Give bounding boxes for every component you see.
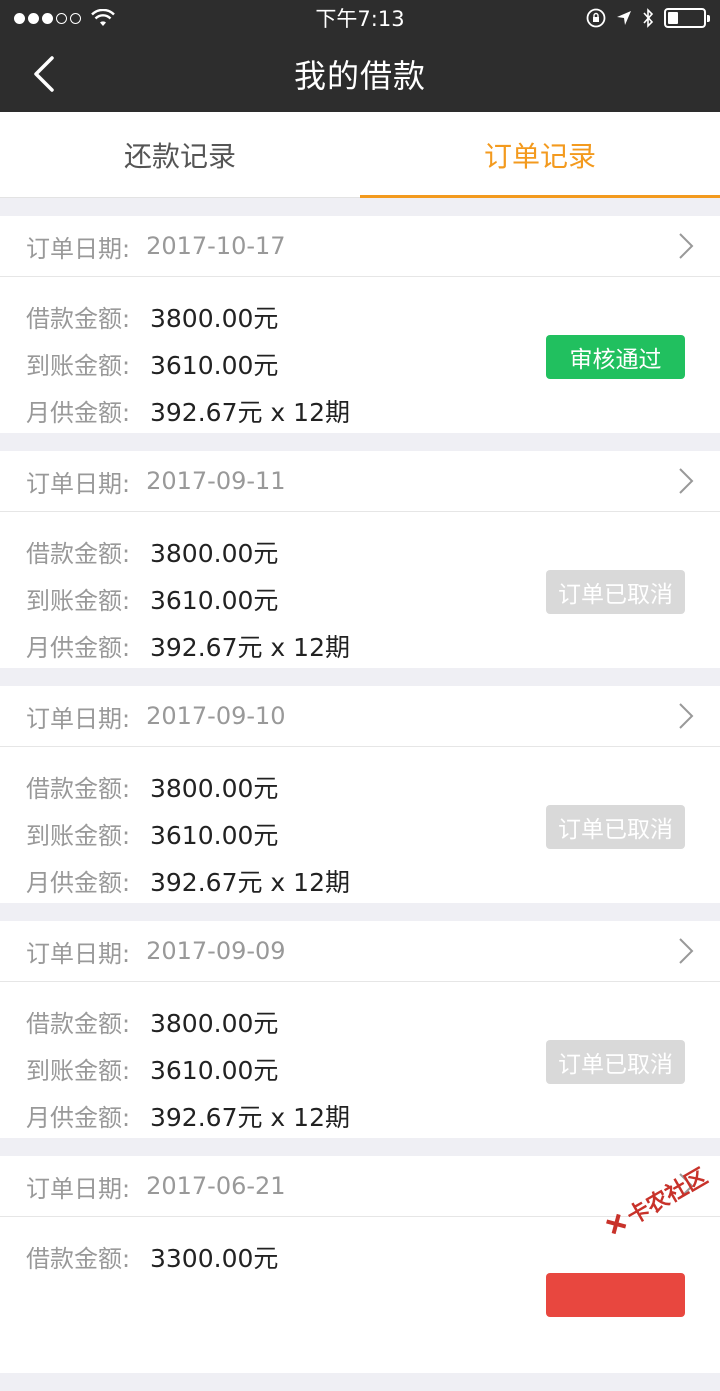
loan-amount-value: 3800.00元 xyxy=(150,303,279,333)
order-card-body: 借款金额: 3800.00元 到账金额: 3610.00元 月供金额: 392.67元… xyxy=(0,277,720,433)
status-bar: 下午7:13 xyxy=(0,0,720,36)
loan-amount-value: 3800.00元 xyxy=(150,1008,279,1038)
order-card-body: 借款金额: 3300.00元 xyxy=(0,1217,720,1373)
monthly-amount-value: 392.67元 x 12期 xyxy=(150,397,350,427)
order-card-body: 借款金额: 3800.00元 到账金额: 3610.00元 月供金额: 392.67元… xyxy=(0,747,720,903)
order-card-header[interactable]: 订单日期: 2017-10-17 xyxy=(0,216,720,277)
arrival-amount-label: 到账金额: xyxy=(26,822,131,850)
status-badge: 审核通过 xyxy=(546,335,685,379)
order-date-label: 订单日期: xyxy=(26,939,131,968)
bluetooth-icon xyxy=(643,8,654,28)
chevron-right-icon xyxy=(679,468,694,494)
order-date-label: 订单日期: xyxy=(26,704,131,733)
order-date-value: 2017-09-09 xyxy=(146,937,286,965)
monthly-amount-value: 392.67元 x 12期 xyxy=(150,632,350,662)
monthly-amount-label: 月供金额: xyxy=(26,869,131,897)
loan-amount-label: 借款金额: xyxy=(26,540,131,568)
order-date-value: 2017-10-17 xyxy=(146,232,286,260)
loan-amount-label: 借款金额: xyxy=(26,1245,131,1273)
arrival-amount-value: 3610.00元 xyxy=(150,585,279,615)
order-card[interactable]: 订单日期: 2017-09-09 借款金额: 3800.00元 到账金额: 3610… xyxy=(0,921,720,1138)
chevron-right-icon xyxy=(679,233,694,259)
arrival-amount-label: 到账金额: xyxy=(26,1057,131,1085)
arrival-amount-label: 到账金额: xyxy=(26,587,131,615)
status-right xyxy=(586,8,710,28)
monthly-amount-label: 月供金额: xyxy=(26,634,131,662)
monthly-amount-value: 392.67元 x 12期 xyxy=(150,1102,350,1132)
chevron-left-icon xyxy=(34,56,54,92)
order-card-body: 借款金额: 3800.00元 到账金额: 3610.00元 月供金额: 392.67元… xyxy=(0,512,720,668)
tab-bar: 还款记录 订单记录 xyxy=(0,112,720,198)
order-date-value: 2017-09-11 xyxy=(146,467,286,495)
arrival-amount-value: 3610.00元 xyxy=(150,1055,279,1085)
loan-amount-value: 3800.00元 xyxy=(150,773,279,803)
order-date-value: 2017-09-10 xyxy=(146,702,286,730)
order-card[interactable]: 订单日期: 2017-09-10 借款金额: 3800.00元 到账金额: 3610… xyxy=(0,686,720,903)
monthly-amount-label: 月供金额: xyxy=(26,399,131,427)
order-date-label: 订单日期: xyxy=(26,469,131,498)
loan-amount-value: 3800.00元 xyxy=(150,538,279,568)
loan-amount-label: 借款金额: xyxy=(26,1010,131,1038)
loan-amount-value: 3300.00元 xyxy=(150,1243,279,1273)
page-title: 我的借款 xyxy=(293,57,426,95)
status-badge: 订单已取消 xyxy=(546,1040,685,1084)
status-badge: 订单已取消 xyxy=(546,570,685,614)
order-card[interactable]: 订单日期: 2017-06-21 借款金额: 3300.00元 xyxy=(0,1156,720,1373)
back-button[interactable] xyxy=(20,50,68,98)
arrival-amount-value: 3610.00元 xyxy=(150,820,279,850)
arrival-amount-value: 3610.00元 xyxy=(150,350,279,380)
monthly-amount-value: 392.67元 x 12期 xyxy=(150,867,350,897)
loan-amount-label: 借款金额: xyxy=(26,775,131,803)
order-date-value: 2017-06-21 xyxy=(146,1172,286,1200)
nav-bar: 我的借款 xyxy=(0,36,720,112)
order-card[interactable]: 订单日期: 2017-09-11 借款金额: 3800.00元 到账金额: 3610… xyxy=(0,451,720,668)
location-arrow-icon xyxy=(617,11,631,25)
order-card-header[interactable]: 订单日期: 2017-09-10 xyxy=(0,686,720,747)
tab-repayment-records[interactable]: 还款记录 xyxy=(0,112,360,197)
status-badge: 订单已取消 xyxy=(546,805,685,849)
order-card[interactable]: 订单日期: 2017-10-17 借款金额: 3800.00元 到账金额: 3610… xyxy=(0,216,720,433)
monthly-amount-label: 月供金额: xyxy=(26,1104,131,1132)
order-card-header[interactable]: 订单日期: 2017-09-09 xyxy=(0,921,720,982)
chevron-right-icon xyxy=(679,938,694,964)
signal-strength-icon xyxy=(14,12,81,24)
order-card-header[interactable]: 订单日期: 2017-09-11 xyxy=(0,451,720,512)
order-date-label: 订单日期: xyxy=(26,1174,131,1203)
order-date-label: 订单日期: xyxy=(26,234,131,263)
battery-icon xyxy=(664,8,710,28)
arrival-amount-label: 到账金额: xyxy=(26,352,131,380)
wifi-icon xyxy=(91,9,115,26)
status-left xyxy=(14,9,115,27)
order-card-body: 借款金额: 3800.00元 到账金额: 3610.00元 月供金额: 392.67元… xyxy=(0,982,720,1138)
orientation-lock-icon xyxy=(586,8,606,28)
chevron-right-icon xyxy=(679,703,694,729)
loan-amount-label: 借款金额: xyxy=(26,305,131,333)
tab-order-records[interactable]: 订单记录 xyxy=(360,112,720,198)
